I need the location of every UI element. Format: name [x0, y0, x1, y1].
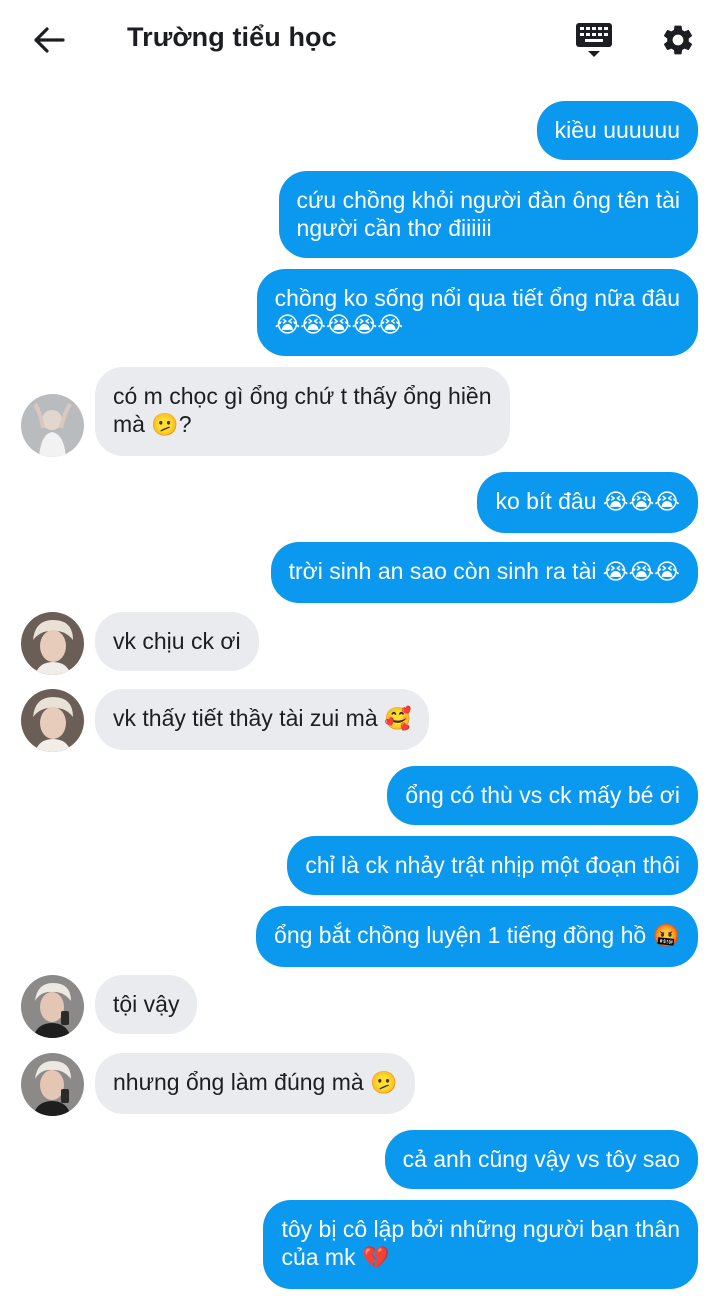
message-text: chồng ko sống nổi qua tiết ổng nữa đâu	[274, 285, 680, 311]
message-bubble-incoming[interactable]: tội vậy	[95, 975, 198, 1034]
message-text: cả anh cũng vậy vs tôy sao	[402, 1146, 680, 1172]
diagonal-mouth-emoji-icon: 🫤	[370, 1071, 398, 1096]
chat-header: Trường tiểu học	[0, 0, 720, 80]
message-bubble-outgoing[interactable]: ko bít đâu 😭😭😭	[477, 472, 698, 533]
message-bubble-outgoing[interactable]: chồng ko sống nổi qua tiết ổng nữa đâu 😭…	[256, 269, 698, 356]
message-bubble-incoming[interactable]: nhưng ổng làm đúng mà 🫤	[95, 1053, 416, 1114]
crying-face-emoji-icon: 😭😭😭😭😭	[274, 313, 404, 338]
message-text: ?	[178, 411, 192, 437]
page-title: Trường tiểu học	[127, 22, 337, 52]
message-bubble-incoming[interactable]: vk chịu ck ơi	[95, 612, 259, 671]
keyboard-icon	[576, 23, 612, 57]
broken-heart-emoji-icon: 💔	[361, 1246, 390, 1271]
message-text: cứu chồng khỏi người đàn ông tên tài	[296, 187, 680, 213]
message-bubble-incoming[interactable]: vk thấy tiết thầy tài zui mà 🥰	[95, 689, 430, 750]
message-text: nhưng ổng làm đúng mà	[113, 1069, 371, 1095]
message-text: tôy bị cô lập bởi những người bạn thân	[281, 1216, 680, 1242]
settings-button[interactable]	[654, 16, 702, 64]
message-text: trời sinh an sao còn sinh ra tài	[288, 558, 603, 584]
message-text: vk thấy tiết thầy tài zui mà	[113, 705, 385, 731]
avatar[interactable]	[21, 612, 84, 675]
message-text: người cần thơ điiiiii	[296, 215, 492, 241]
message-bubble-outgoing[interactable]: ổng có thù vs ck mấy bé ơi	[387, 766, 698, 825]
message-text: ko bít đâu	[495, 488, 603, 514]
message-bubble-outgoing[interactable]: kiều uuuuuu	[536, 101, 698, 160]
message-bubble-outgoing[interactable]: chỉ là ck nhảy trật nhịp một đoạn thôi	[287, 836, 698, 895]
avatar[interactable]	[21, 975, 84, 1038]
message-text: ổng có thù vs ck mấy bé ơi	[405, 782, 680, 808]
crying-face-emoji-icon: 😭😭😭	[602, 560, 680, 585]
message-bubble-outgoing[interactable]: cứu chồng khỏi người đàn ông tên tài ngư…	[278, 171, 698, 258]
back-button[interactable]	[26, 18, 72, 62]
message-bubble-incoming[interactable]: có m chọc gì ổng chứ t thấy ổng hiền mà …	[95, 367, 510, 456]
avatar[interactable]	[21, 1053, 84, 1116]
diagonal-mouth-emoji-icon: 🫤	[151, 413, 179, 438]
message-text: mà	[113, 411, 152, 437]
message-bubble-outgoing[interactable]: tôy bị cô lập bởi những người bạn thân c…	[263, 1200, 698, 1289]
message-text: ổng bắt chồng luyện 1 tiếng đồng hồ	[274, 922, 653, 948]
message-bubble-outgoing[interactable]: ổng bắt chồng luyện 1 tiếng đồng hồ 🤬	[256, 906, 698, 967]
message-text: kiều uuuuuu	[554, 117, 680, 143]
keyboard-button[interactable]	[570, 18, 618, 62]
avatar[interactable]	[21, 689, 84, 752]
avatar[interactable]	[21, 394, 84, 457]
message-text: vk chịu ck ơi	[113, 628, 241, 654]
message-text: của mk	[281, 1244, 362, 1270]
message-text: có m chọc gì ổng chứ t thấy ổng hiền	[113, 383, 492, 409]
cursing-face-emoji-icon: 🤬	[652, 924, 680, 949]
message-bubble-outgoing[interactable]: trời sinh an sao còn sinh ra tài 😭😭😭	[270, 542, 698, 603]
crying-face-emoji-icon: 😭😭😭	[602, 490, 680, 515]
smiling-hearts-emoji-icon: 🥰	[384, 707, 412, 732]
message-text: chỉ là ck nhảy trật nhịp một đoạn thôi	[305, 852, 680, 878]
gear-icon	[663, 25, 693, 55]
message-text: tội vậy	[113, 991, 180, 1017]
message-bubble-outgoing[interactable]: cả anh cũng vậy vs tôy sao	[384, 1130, 698, 1189]
arrow-left-icon	[34, 27, 65, 53]
